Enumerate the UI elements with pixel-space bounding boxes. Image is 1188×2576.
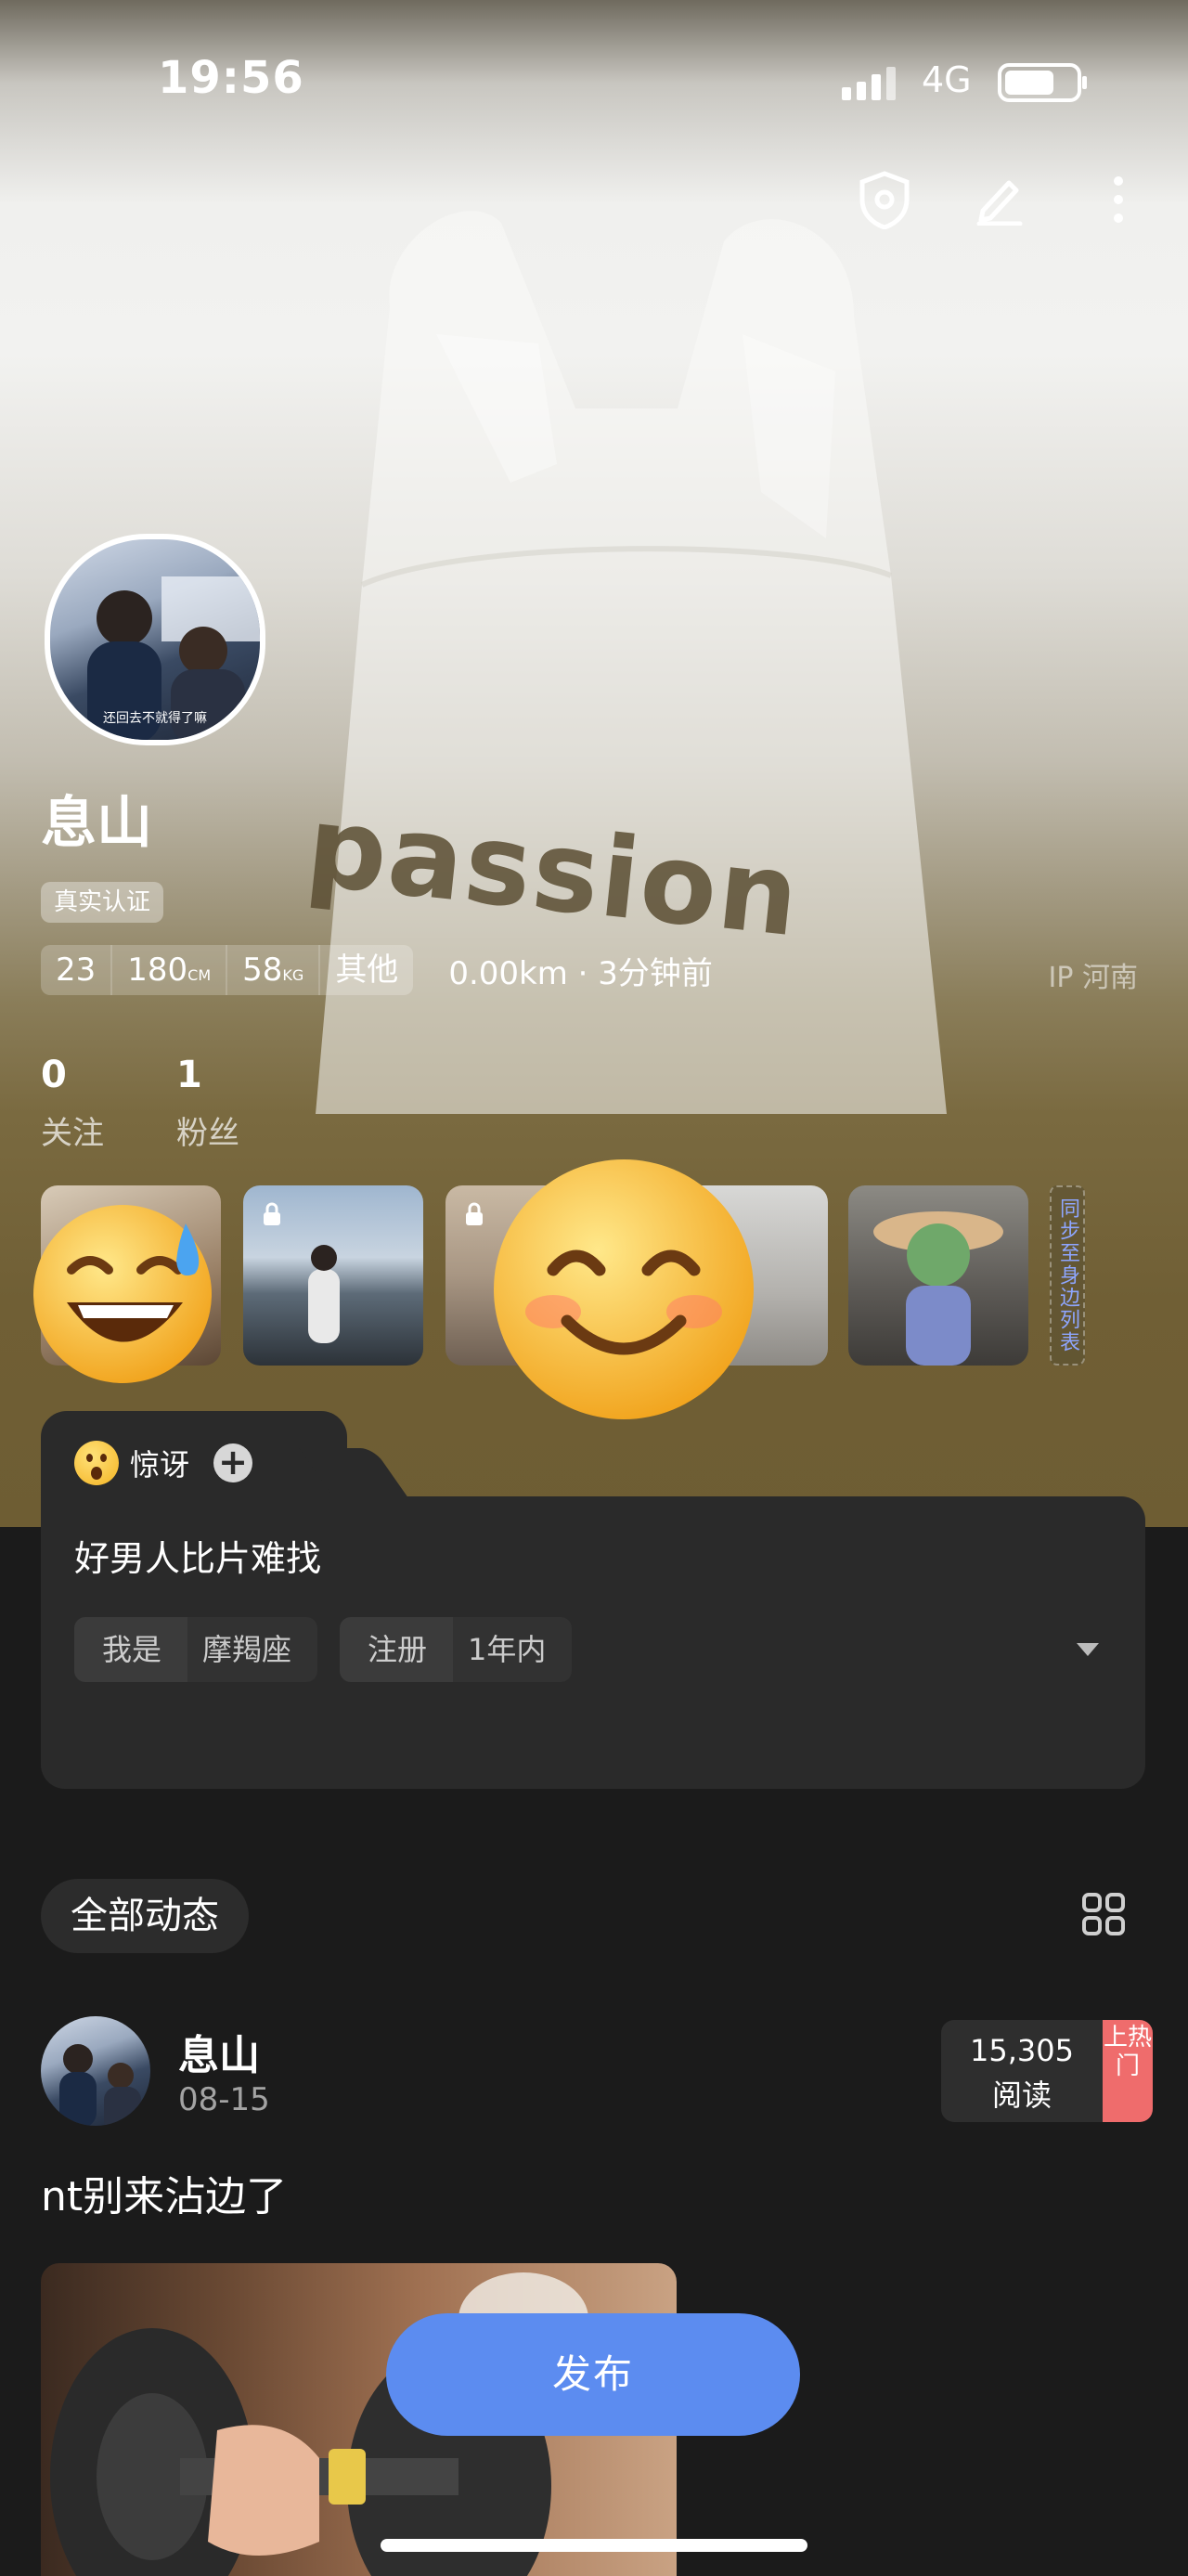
post-author-name[interactable]: 息山 <box>178 2022 260 2081</box>
attr-age: 23 <box>41 945 113 995</box>
tag-registered: 注册 1年内 <box>340 1617 573 1682</box>
attr-role: 其他 <box>335 951 399 989</box>
tag-zodiac: 我是 摩羯座 <box>74 1617 318 1682</box>
profile-attributes: 23 180CM 58KG 其他 0.00km · 3分钟前 <box>41 945 713 995</box>
avatar[interactable]: 还回去不就得了嘛 <box>45 534 265 745</box>
feed-tab-all[interactable]: 全部动态 <box>41 1879 249 1953</box>
post-author-avatar[interactable] <box>41 2016 150 2126</box>
status-bar: 19:56 4G <box>0 46 1188 121</box>
home-indicator <box>381 2539 807 2552</box>
add-mood-button[interactable]: + <box>213 1443 253 1482</box>
tag-value: 1年内 <box>453 1617 573 1682</box>
attribute-pills: 23 180CM 58KG 其他 <box>41 945 414 995</box>
signal-icon <box>842 67 896 100</box>
following-label: 关注 <box>41 1115 104 1152</box>
battery-icon <box>998 63 1087 102</box>
expand-caret-icon[interactable] <box>1077 1643 1099 1656</box>
following-count: 0 <box>41 1054 67 1096</box>
profile-name: 息山 <box>41 791 152 856</box>
followers-stat[interactable]: 1 粉丝 <box>176 1054 239 1153</box>
ip-location: IP 河南 <box>1048 962 1138 994</box>
sync-to-nearby-button[interactable]: 同步至身边列表 <box>1050 1185 1085 1366</box>
distance-time: 0.00km · 3分钟前 <box>448 954 713 992</box>
mood-row[interactable]: 惊讶 + <box>74 1441 253 1485</box>
tag-value: 摩羯座 <box>187 1617 318 1682</box>
shield-icon[interactable] <box>852 167 917 232</box>
promote-hot-button[interactable]: 上热门 <box>1103 2020 1153 2122</box>
profile-bio: 好男人比片难找 <box>74 1538 322 1579</box>
status-time: 19:56 <box>158 52 304 104</box>
following-stat[interactable]: 0 关注 <box>41 1054 104 1153</box>
edit-icon[interactable] <box>967 167 1032 232</box>
followers-count: 1 <box>176 1054 202 1096</box>
followers-label: 粉丝 <box>176 1115 239 1152</box>
avatar-caption: 还回去不就得了嘛 <box>103 711 207 726</box>
sweat-smile-emoji-icon <box>33 1205 212 1383</box>
post-text: nt别来沾边了 <box>41 2173 288 2220</box>
network-type: 4G <box>922 59 972 100</box>
mood-label: 惊讶 <box>130 1447 190 1482</box>
surprised-emoji-icon <box>74 1441 119 1485</box>
read-count: 15,305 <box>970 2033 1074 2068</box>
attr-weight: 58KG <box>227 945 321 995</box>
smiling-face-emoji-icon <box>494 1159 754 1419</box>
tag-key: 我是 <box>74 1617 188 1682</box>
attr-height: 180CM <box>112 945 228 995</box>
grid-view-icon[interactable] <box>1081 1892 1126 1936</box>
lock-icon <box>466 1202 483 1225</box>
publish-button[interactable]: 发布 <box>386 2313 800 2436</box>
read-count-badge: 15,305 阅读 <box>941 2020 1103 2122</box>
more-icon[interactable] <box>1086 167 1151 232</box>
post-date: 08-15 <box>178 2081 270 2118</box>
photo-thumbnail[interactable] <box>848 1185 1028 1366</box>
photo-thumbnail[interactable] <box>243 1185 423 1366</box>
tag-key: 注册 <box>340 1617 454 1682</box>
read-label: 阅读 <box>991 2078 1052 2113</box>
verified-badge[interactable]: 真实认证 <box>41 882 164 923</box>
